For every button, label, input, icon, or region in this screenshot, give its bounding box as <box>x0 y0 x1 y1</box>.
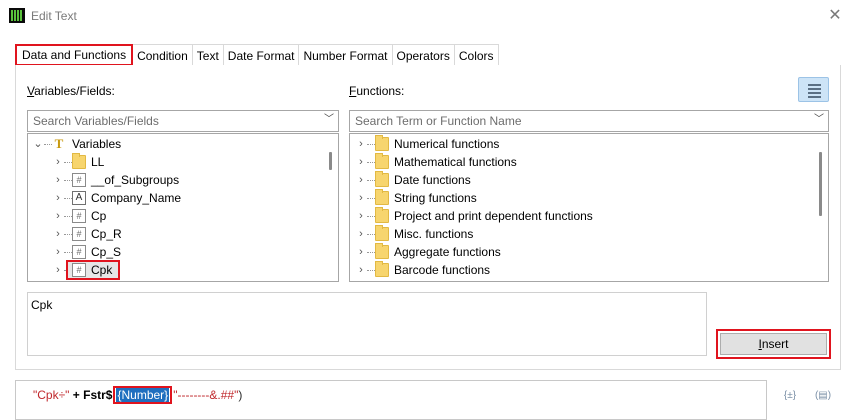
tree-item-of-subgroups[interactable]: › # __of_Subgroups <box>28 171 338 189</box>
function-group-misc[interactable]: › Misc. functions <box>350 225 820 243</box>
functions-label: Functions: <box>349 84 405 98</box>
chevron-down-icon[interactable]: ﹀ <box>812 113 826 127</box>
numeric-field-icon: # <box>72 227 86 241</box>
numeric-field-icon: # <box>72 263 86 277</box>
chevron-right-icon[interactable]: › <box>53 225 63 243</box>
tree-item-cp[interactable]: › # Cp <box>28 207 338 225</box>
folder-icon <box>375 261 389 277</box>
formula-editor[interactable]: "Cpk÷" + Fstr$ {Number} "--------&.##") <box>15 380 767 420</box>
function-group-string[interactable]: › String functions <box>350 189 820 207</box>
chevron-right-icon[interactable]: › <box>53 171 63 189</box>
chevron-down-icon[interactable]: ⌄ <box>33 135 43 153</box>
tab-condition[interactable]: Condition <box>133 44 193 66</box>
variables-tree: ⌄ T Variables › LL › # __of_Subgroups › … <box>27 133 339 282</box>
chevron-right-icon[interactable]: › <box>53 153 63 171</box>
function-group-date[interactable]: › Date functions <box>350 171 820 189</box>
variables-scrollbar[interactable] <box>329 152 332 170</box>
variables-search-input[interactable]: Search Variables/Fields <box>27 110 339 132</box>
tree-item-variables[interactable]: ⌄ T Variables <box>28 135 338 153</box>
chevron-right-icon[interactable]: › <box>356 189 366 207</box>
folder-icon <box>375 207 389 223</box>
functions-scrollbar[interactable] <box>819 152 822 216</box>
insert-button[interactable]: Insert <box>716 329 831 359</box>
folder-icon <box>375 171 389 187</box>
function-group-mathematical[interactable]: › Mathematical functions <box>350 153 820 171</box>
tab-operators[interactable]: Operators <box>392 44 455 66</box>
chevron-right-icon[interactable]: › <box>53 261 63 279</box>
chevron-right-icon[interactable]: › <box>53 243 63 261</box>
window-title: Edit Text <box>31 9 77 23</box>
app-icon <box>9 8 25 23</box>
selected-token[interactable]: {Number} <box>113 386 173 404</box>
preview-text: Cpk <box>31 298 53 312</box>
functions-tree: › Numerical functions › Mathematical fun… <box>349 133 829 282</box>
chevron-right-icon[interactable]: › <box>356 207 366 225</box>
chevron-right-icon[interactable]: › <box>356 243 366 261</box>
chevron-down-icon[interactable]: ﹀ <box>322 113 336 127</box>
tab-data-and-functions[interactable]: Data and Functions <box>15 44 134 66</box>
folder-icon <box>375 225 389 241</box>
function-group-numerical[interactable]: › Numerical functions <box>350 135 820 153</box>
chevron-right-icon[interactable]: › <box>53 189 63 207</box>
function-group-project-print[interactable]: › Project and print dependent functions <box>350 207 820 225</box>
tree-item-cp-r[interactable]: › # Cp_R <box>28 225 338 243</box>
tree-item-cp-s[interactable]: › # Cp_S <box>28 243 338 261</box>
chevron-right-icon[interactable]: › <box>356 225 366 243</box>
close-icon[interactable]: ✕ <box>826 7 844 25</box>
folder-icon <box>72 153 86 169</box>
tree-item-company-name[interactable]: › A Company_Name <box>28 189 338 207</box>
tree-item-cpk[interactable]: › # Cpk <box>28 260 338 280</box>
folder-icon <box>375 189 389 205</box>
chevron-right-icon[interactable]: › <box>53 207 63 225</box>
tab-number-format[interactable]: Number Format <box>299 44 393 66</box>
chevron-right-icon[interactable]: › <box>356 171 366 189</box>
numeric-field-icon: # <box>72 245 86 259</box>
format-code-icon[interactable]: {±} <box>780 388 800 404</box>
function-group-barcode[interactable]: › Barcode functions <box>350 261 820 279</box>
variables-label: Variables/Fields: <box>27 84 115 98</box>
chevron-right-icon[interactable]: › <box>356 135 366 153</box>
folder-icon <box>375 243 389 259</box>
t-variable-icon: T <box>54 136 64 151</box>
function-group-aggregate[interactable]: › Aggregate functions <box>350 243 820 261</box>
preview-box: Cpk <box>27 292 707 356</box>
numeric-field-icon: # <box>72 209 86 223</box>
tab-bar: Data and Functions Condition Text Date F… <box>15 44 499 66</box>
formula-text: "Cpk÷" + Fstr$ {Number} "--------&.##") <box>33 386 243 404</box>
view-toggle-button[interactable] <box>798 77 829 102</box>
title-bar: Edit Text ✕ <box>0 0 856 32</box>
numeric-field-icon: # <box>72 173 86 187</box>
folder-icon <box>375 135 389 151</box>
tab-colors[interactable]: Colors <box>454 44 499 66</box>
tab-text[interactable]: Text <box>192 44 224 66</box>
tree-item-ll[interactable]: › LL <box>28 153 338 171</box>
tab-date-format[interactable]: Date Format <box>223 44 300 66</box>
text-field-icon: A <box>72 191 86 205</box>
folder-icon <box>375 153 389 169</box>
chevron-right-icon[interactable]: › <box>356 261 366 279</box>
chevron-right-icon[interactable]: › <box>356 153 366 171</box>
wrap-icon[interactable]: (▤) <box>813 388 833 404</box>
functions-search-input[interactable]: Search Term or Function Name <box>349 110 829 132</box>
